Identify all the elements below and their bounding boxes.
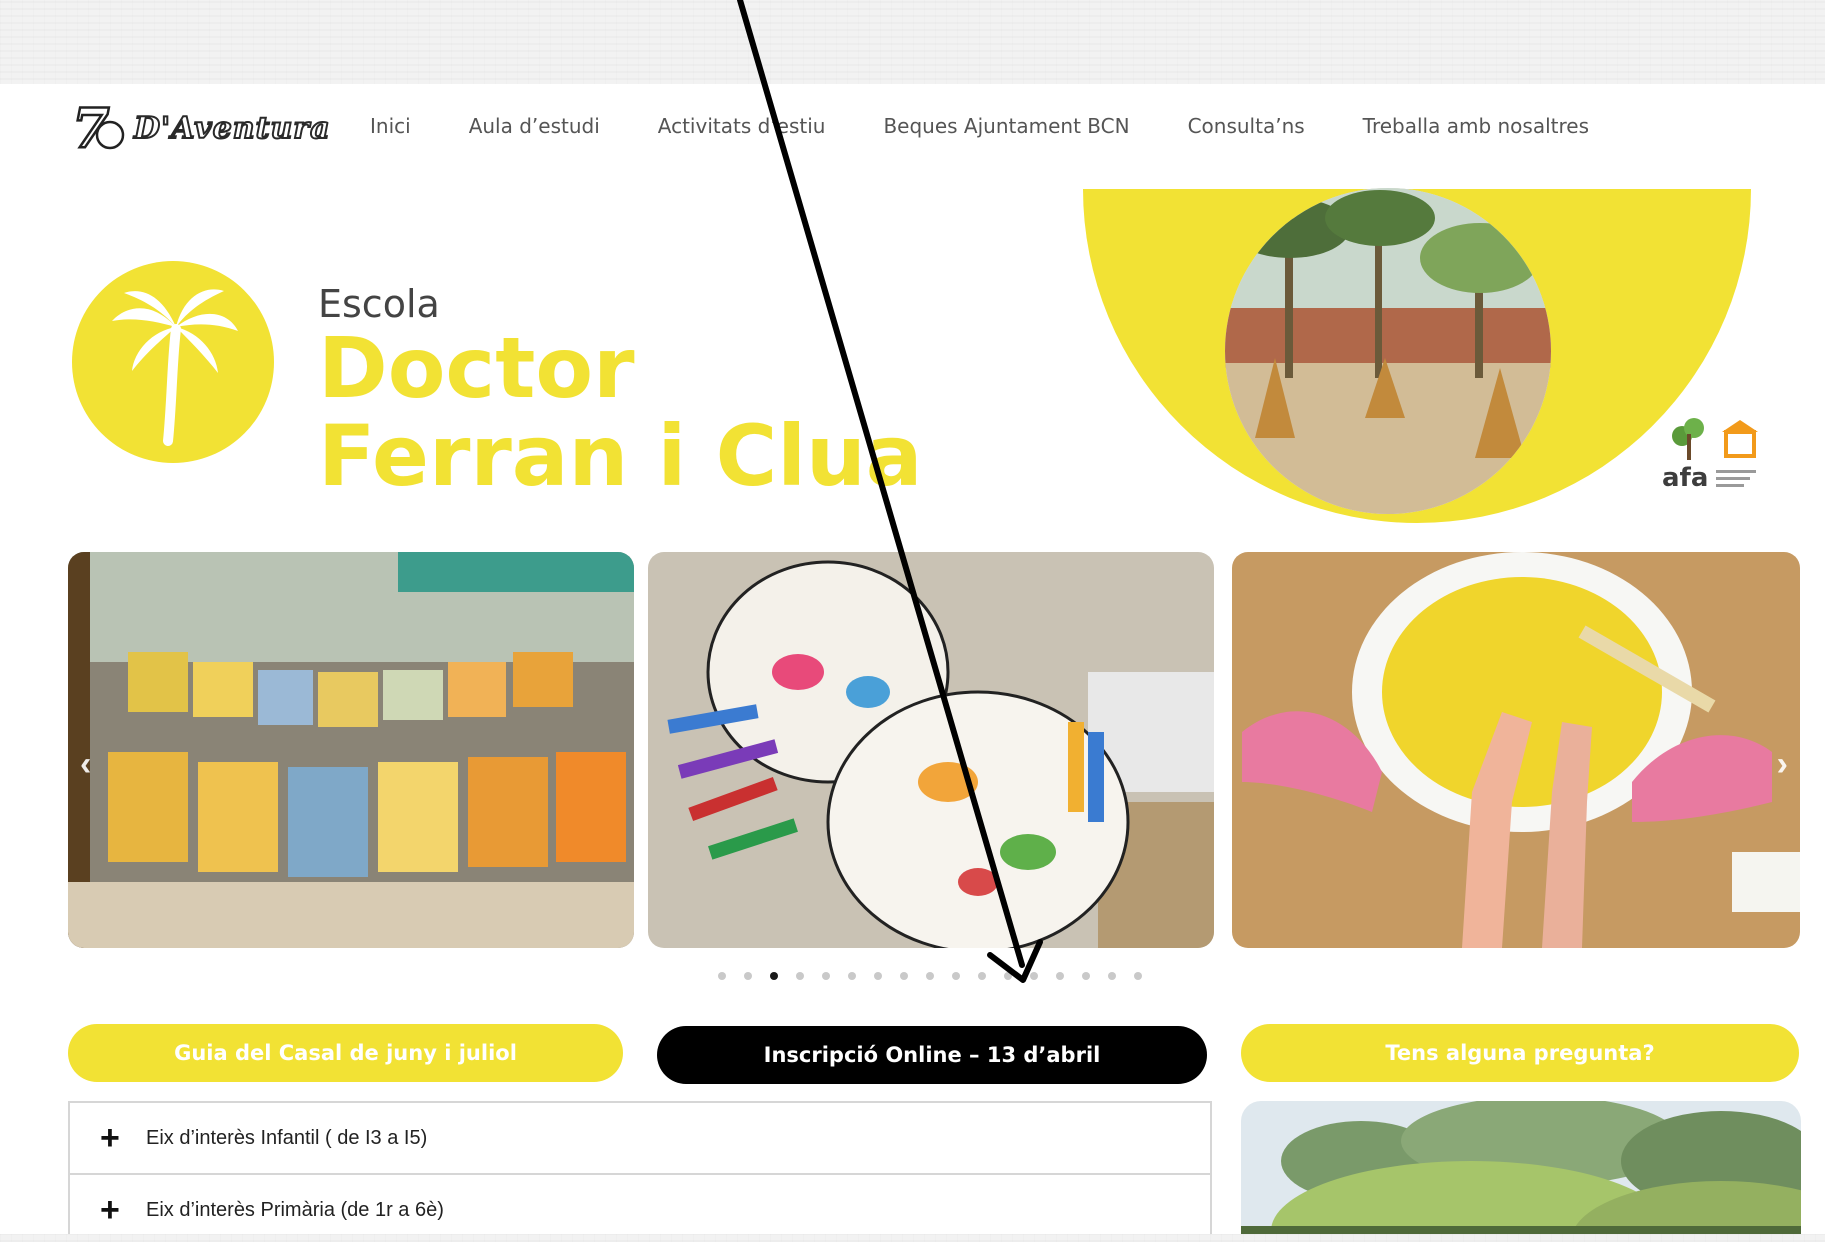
carousel-dot[interactable] — [926, 972, 934, 980]
carousel-dot[interactable] — [848, 972, 856, 980]
carousel-slide-masks — [648, 552, 1214, 948]
school-name-heading: Doctor Ferran i Clua — [318, 324, 1078, 500]
plus-icon: + — [100, 1191, 120, 1229]
carousel-dot[interactable] — [822, 972, 830, 980]
school-name-line1: Doctor — [318, 319, 635, 417]
carousel-dot[interactable] — [770, 972, 778, 980]
signup-online-button[interactable]: Inscripció Online – 13 d’abril — [657, 1026, 1207, 1084]
school-name-line2: Ferran i Clua — [318, 407, 923, 505]
nav-item-treballa[interactable]: Treballa amb nosaltres — [1363, 114, 1589, 138]
carousel-dot[interactable] — [978, 972, 986, 980]
carousel-dot[interactable] — [1004, 972, 1012, 980]
photo-carousel[interactable]: ‹ › — [0, 552, 1825, 980]
carousel-dot[interactable] — [718, 972, 726, 980]
logo-wordmark: D'Aventura — [133, 110, 331, 147]
nature-photo — [1241, 1101, 1801, 1234]
accordion-item-label: Eix d’interès Primària (de 1r a 6è) — [146, 1198, 444, 1221]
afa-logo-icon: afa — [1662, 418, 1758, 493]
carousel-slide-tie-dye: ‹ — [68, 552, 634, 948]
carousel-dot[interactable] — [1056, 972, 1064, 980]
question-button[interactable]: Tens alguna pregunta? — [1241, 1024, 1799, 1082]
main-nav: Inici Aula d’estudi Activitats d’estiu B… — [370, 114, 1647, 138]
carousel-next-button[interactable]: › — [1777, 745, 1788, 784]
logo-mark-icon: 7 — [71, 99, 125, 157]
afa-logo-text: afa — [1662, 463, 1708, 493]
carousel-dot[interactable] — [1108, 972, 1116, 980]
nav-item-aula-estudi[interactable]: Aula d’estudi — [469, 114, 600, 138]
guide-button[interactable]: Guia del Casal de juny i juliol — [68, 1024, 623, 1082]
site-logo[interactable]: 7 D'Aventura — [70, 98, 331, 158]
accordion: + Eix d’interès Infantil ( de I3 a I5) +… — [68, 1101, 1212, 1234]
carousel-dot[interactable] — [796, 972, 804, 980]
nav-item-beques[interactable]: Beques Ajuntament BCN — [883, 114, 1129, 138]
carousel-dot[interactable] — [1134, 972, 1142, 980]
carousel-dot[interactable] — [1082, 972, 1090, 980]
carousel-dot[interactable] — [1030, 972, 1038, 980]
nav-item-consultans[interactable]: Consulta’ns — [1188, 114, 1305, 138]
palm-tree-icon — [112, 289, 238, 446]
carousel-prev-button[interactable]: ‹ — [80, 745, 91, 784]
nav-item-activitats-estiu[interactable]: Activitats d’estiu — [658, 114, 826, 138]
carousel-dot[interactable] — [900, 972, 908, 980]
school-yard-photo — [1225, 188, 1551, 514]
carousel-dots — [718, 972, 1142, 980]
palm-badge — [72, 261, 274, 463]
nav-item-inici[interactable]: Inici — [370, 114, 411, 138]
afa-logo: afa — [1660, 414, 1760, 494]
carousel-dot[interactable] — [952, 972, 960, 980]
accordion-item-infantil[interactable]: + Eix d’interès Infantil ( de I3 a I5) — [70, 1103, 1210, 1175]
web-page: 7 D'Aventura Inici Aula d’estudi Activit… — [0, 84, 1825, 1234]
accordion-item-primaria[interactable]: + Eix d’interès Primària (de 1r a 6è) — [70, 1175, 1210, 1234]
carousel-dot[interactable] — [744, 972, 752, 980]
site-header: 7 D'Aventura Inici Aula d’estudi Activit… — [0, 84, 1825, 174]
carousel-dot[interactable] — [874, 972, 882, 980]
carousel-slide-paint: › — [1232, 552, 1800, 948]
plus-icon: + — [100, 1119, 120, 1157]
accordion-item-label: Eix d’interès Infantil ( de I3 a I5) — [146, 1126, 428, 1149]
